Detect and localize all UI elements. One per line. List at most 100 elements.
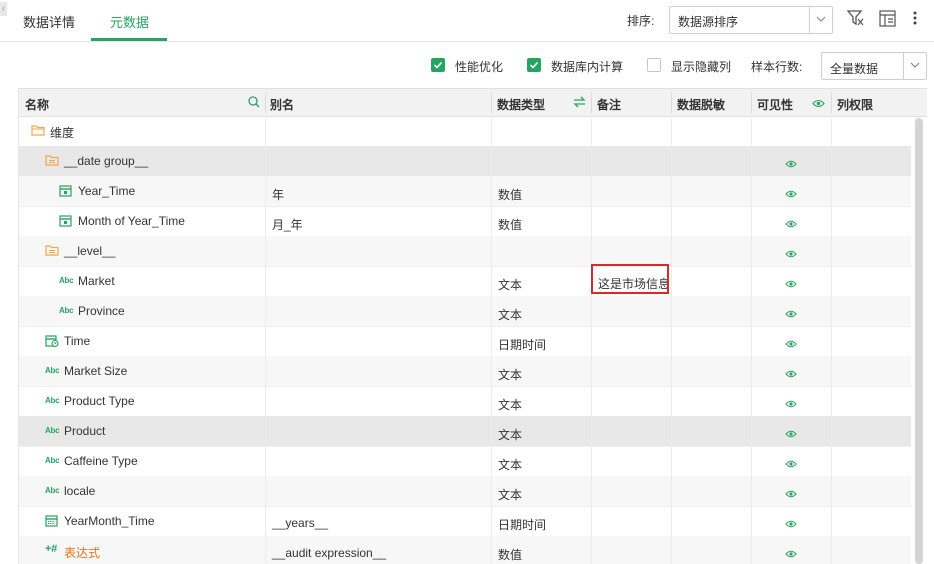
perf-opt-checkbox[interactable] <box>431 58 445 72</box>
table-header: 名称 别名 数据类型 备注 数据脱敏 可见性 列权限 <box>19 88 927 117</box>
cell-type[interactable]: 日期时间 <box>498 336 546 353</box>
cell-alias[interactable]: 月_年 <box>272 216 303 233</box>
table-row[interactable]: Time 日期时间 <box>19 326 911 357</box>
cell-type[interactable]: 数值 <box>498 546 522 563</box>
tab-data-details[interactable]: 数据详情 <box>23 12 75 31</box>
cell-name: Market <box>78 274 115 288</box>
eye-icon[interactable] <box>785 457 797 471</box>
sort-label: 排序: <box>627 14 655 28</box>
cell-type[interactable]: 文本 <box>498 396 522 413</box>
abc-icon: Abc <box>45 426 60 435</box>
layout-settings-icon[interactable] <box>879 10 896 30</box>
abc-icon: Abc <box>59 276 74 285</box>
eye-icon[interactable] <box>785 307 797 321</box>
eye-icon[interactable] <box>785 517 797 531</box>
cell-alias[interactable]: __years__ <box>272 516 328 530</box>
show-hidden-checkbox[interactable] <box>647 58 661 72</box>
metadata-table: 名称 别名 数据类型 备注 数据脱敏 可见性 列权限 维度 __date grou… <box>18 88 927 564</box>
cell-type[interactable]: 文本 <box>498 426 522 443</box>
cell-type[interactable]: 文本 <box>498 486 522 503</box>
collapse-arrow-icon[interactable]: ‹ <box>0 2 7 16</box>
header-alias[interactable]: 别名 <box>270 96 294 113</box>
table-row[interactable]: Abc Caffeine Type 文本 <box>19 446 911 477</box>
table-row[interactable]: Month of Year_Time 月_年 数值 <box>19 206 911 237</box>
cell-name: __level__ <box>64 244 116 258</box>
abc-icon: Abc <box>45 456 60 465</box>
eye-icon[interactable] <box>785 277 797 291</box>
db-calc-checkbox[interactable] <box>527 58 541 72</box>
active-tab-indicator <box>91 38 167 41</box>
table-row[interactable]: 维度 <box>19 116 911 147</box>
cell-type[interactable]: 数值 <box>498 216 522 233</box>
cell-type[interactable]: 文本 <box>498 276 522 293</box>
table-row[interactable]: __level__ <box>19 236 911 267</box>
highlight-box <box>591 264 669 294</box>
cell-alias[interactable]: __audit expression__ <box>272 546 386 560</box>
cell-alias[interactable]: 年 <box>272 186 284 203</box>
more-menu-icon[interactable] <box>913 11 917 28</box>
tab-metadata[interactable]: 元数据 <box>110 12 149 31</box>
header-name[interactable]: 名称 <box>25 96 49 113</box>
header-type[interactable]: 数据类型 <box>497 96 545 113</box>
header-note[interactable]: 备注 <box>597 96 621 113</box>
table-row[interactable]: Abc Product 文本 <box>19 416 911 447</box>
cell-name: Product Type <box>64 394 135 408</box>
search-icon[interactable] <box>248 96 260 111</box>
table-row[interactable]: Abc Province 文本 <box>19 296 911 327</box>
convert-icon[interactable] <box>573 96 586 111</box>
cell-type[interactable]: 文本 <box>498 306 522 323</box>
chevron-down-icon[interactable] <box>903 53 926 79</box>
cell-name: locale <box>64 484 96 498</box>
calendar-grid-icon <box>45 514 58 530</box>
cell-name: __date group__ <box>64 154 149 168</box>
filter-icon[interactable] <box>846 10 864 29</box>
cell-name: YearMonth_Time <box>64 514 155 528</box>
cell-name: Month of Year_Time <box>78 214 185 228</box>
table-row[interactable]: Abc Market Size 文本 <box>19 356 911 387</box>
calendar-icon <box>59 214 72 230</box>
show-hidden-label: 显示隐藏列 <box>671 60 732 74</box>
cell-name: Time <box>64 334 91 348</box>
cell-name: Caffeine Type <box>64 454 138 468</box>
eye-icon[interactable] <box>785 157 797 171</box>
table-row[interactable]: Abc locale 文本 <box>19 476 911 507</box>
cell-type[interactable]: 文本 <box>498 456 522 473</box>
eye-icon[interactable] <box>785 397 797 411</box>
calendar-icon <box>59 184 72 200</box>
table-row[interactable]: YearMonth_Time __years__ 日期时间 <box>19 506 911 537</box>
header-mask[interactable]: 数据脱敏 <box>677 96 725 113</box>
abc-icon: Abc <box>59 306 74 315</box>
sort-select[interactable]: 数据源排序 <box>669 6 833 34</box>
table-row[interactable]: Year_Time 年 数值 <box>19 176 911 207</box>
cell-name: Market Size <box>64 364 128 378</box>
cell-type[interactable]: 数值 <box>498 186 522 203</box>
table-row[interactable]: Abc Product Type 文本 <box>19 386 911 417</box>
header-perm[interactable]: 列权限 <box>837 96 873 113</box>
table-row[interactable]: +# 表达式 __audit expression__ 数值 <box>19 536 911 564</box>
eye-icon[interactable] <box>785 427 797 441</box>
eye-icon[interactable] <box>785 337 797 351</box>
sort-select-value: 数据源排序 <box>678 15 739 29</box>
abc-icon: Abc <box>45 486 60 495</box>
db-calc-label: 数据库内计算 <box>551 60 624 74</box>
eye-icon[interactable] <box>785 367 797 381</box>
sample-rows-value: 全量数据 <box>830 62 879 76</box>
eye-icon[interactable] <box>785 187 797 201</box>
cell-type[interactable]: 日期时间 <box>498 516 546 533</box>
sample-rows-select[interactable]: 全量数据 <box>821 52 927 80</box>
eye-icon[interactable] <box>785 547 797 561</box>
chevron-down-icon[interactable] <box>809 7 832 33</box>
eye-icon[interactable] <box>785 487 797 501</box>
header-visible[interactable]: 可见性 <box>757 96 793 113</box>
cell-type[interactable]: 文本 <box>498 366 522 383</box>
eye-icon[interactable] <box>812 97 825 111</box>
cell-name: Product <box>64 424 106 438</box>
table-row[interactable]: Abc Market 文本 这是市场信息 <box>19 266 911 297</box>
eye-icon[interactable] <box>785 247 797 261</box>
sample-rows-label: 样本行数: <box>751 60 803 74</box>
eye-icon[interactable] <box>785 217 797 231</box>
datetime-icon <box>45 334 59 350</box>
folder-group-icon <box>45 154 59 169</box>
table-row[interactable]: __date group__ <box>19 146 911 177</box>
vertical-scrollbar[interactable] <box>915 118 923 564</box>
